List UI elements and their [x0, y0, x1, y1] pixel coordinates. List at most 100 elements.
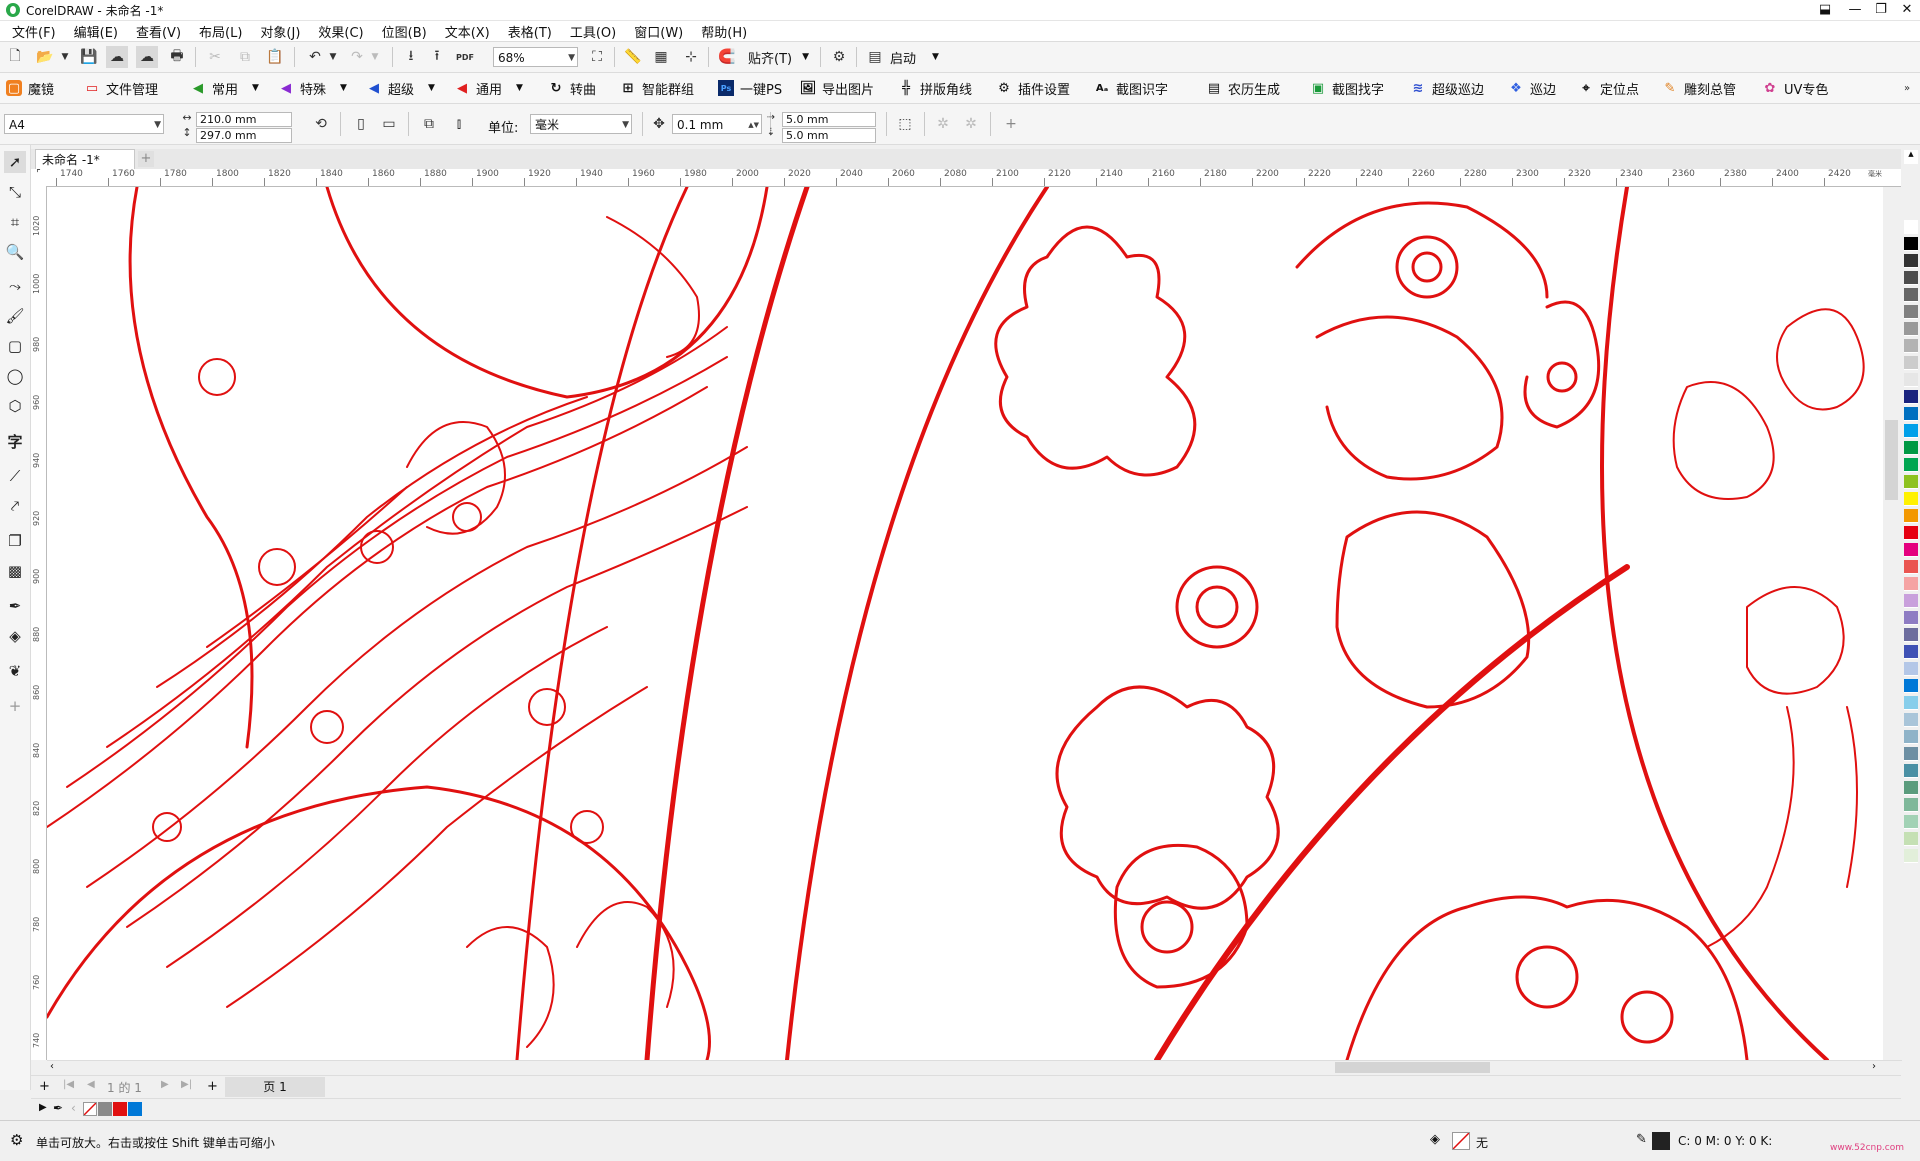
- add-tool-icon[interactable]: +: [4, 695, 26, 717]
- ruler-origin-icon[interactable]: ⌜: [31, 169, 47, 187]
- horizontal-ruler[interactable]: 1740 1760 1780 1800 1820 1840 1860 1880 1900 1920…: [46, 169, 1901, 187]
- menu-layout[interactable]: 布局(L): [190, 22, 251, 41]
- open-dropdown-icon[interactable]: ▼: [54, 46, 76, 68]
- outline-color-swatch[interactable]: [1652, 1132, 1670, 1150]
- menu-help[interactable]: 帮助(H): [692, 22, 756, 41]
- next-page-icon[interactable]: ▶: [161, 1079, 169, 1090]
- new-tab-icon[interactable]: +: [138, 151, 154, 167]
- vertical-scrollbar-thumb[interactable]: [1885, 420, 1898, 500]
- add-page-before-icon[interactable]: +: [39, 1079, 50, 1094]
- plugin-smart-group[interactable]: ⊞ 智能群组: [620, 73, 694, 103]
- redo-dropdown-icon[interactable]: ▼: [364, 46, 386, 68]
- parallel-dimension-tool-icon[interactable]: ⟋: [4, 465, 26, 487]
- drop-shadow-tool-icon[interactable]: ❐: [4, 530, 26, 552]
- palette-swatch[interactable]: [1904, 424, 1918, 438]
- palette-swatch[interactable]: [1904, 356, 1918, 370]
- cloud-download-icon[interactable]: ☁: [106, 46, 128, 68]
- palette-swatch[interactable]: [1904, 288, 1918, 302]
- swatch-none[interactable]: [83, 1102, 97, 1116]
- show-rulers-icon[interactable]: 📏: [622, 46, 644, 68]
- snap-to-button[interactable]: 贴齐(T) ▼: [748, 42, 809, 72]
- palette-swatch[interactable]: [1904, 747, 1918, 761]
- save-icon[interactable]: 💾: [78, 46, 100, 68]
- menu-object[interactable]: 对象(J): [251, 22, 309, 41]
- pick-tool-icon[interactable]: ➚: [4, 151, 26, 173]
- fill-none-swatch[interactable]: [1452, 1132, 1470, 1150]
- document-tab[interactable]: 未命名 -1*: [35, 149, 135, 169]
- launch-icon[interactable]: ▤: [864, 46, 886, 68]
- palette-swatch[interactable]: [1904, 560, 1918, 574]
- portrait-icon[interactable]: ▯: [350, 113, 372, 135]
- swatch-red[interactable]: [113, 1102, 127, 1116]
- first-page-icon[interactable]: |◀: [63, 1079, 74, 1090]
- launch-button[interactable]: 启动 ▼: [890, 42, 939, 72]
- menu-tools[interactable]: 工具(O): [561, 22, 625, 41]
- undo-dropdown-icon[interactable]: ▼: [322, 46, 344, 68]
- plugin-screenshot-ocr[interactable]: Aₐ 截图识字: [1094, 73, 1168, 103]
- plugin-export-image[interactable]: 🖼 导出图片: [800, 73, 874, 103]
- palette-swatch[interactable]: [1904, 441, 1918, 455]
- plugin-settings[interactable]: ⚙ 插件设置: [996, 73, 1070, 103]
- plugin-outline[interactable]: ❖ 巡边: [1508, 73, 1556, 103]
- palette-swatch[interactable]: [1904, 764, 1918, 778]
- palette-swatch[interactable]: [1904, 407, 1918, 421]
- close-button[interactable]: ✕: [1892, 0, 1920, 20]
- plugin-special[interactable]: ◀ 特殊 ▼: [278, 73, 347, 103]
- transparency-tool-icon[interactable]: ▩: [4, 560, 26, 582]
- snap-icon[interactable]: 🧲: [716, 46, 738, 68]
- palette-swatch[interactable]: [1904, 305, 1918, 319]
- plugin-super[interactable]: ◀ 超级 ▼: [366, 73, 435, 103]
- plugin-super-outline[interactable]: ≋ 超级巡边: [1410, 73, 1484, 103]
- menu-view[interactable]: 查看(V): [127, 22, 190, 41]
- palette-swatch[interactable]: [1904, 577, 1918, 591]
- menu-table[interactable]: 表格(T): [499, 22, 561, 41]
- palette-swatch[interactable]: [1904, 611, 1918, 625]
- palette-swatch[interactable]: [1904, 339, 1918, 353]
- palette-swatch[interactable]: [1904, 271, 1918, 285]
- zoom-level-select[interactable]: 68% ▼: [493, 47, 578, 67]
- edit-anchor2-icon[interactable]: ✲: [960, 113, 982, 135]
- scroll-right-icon[interactable]: ›: [1872, 1061, 1876, 1072]
- palette-swatch[interactable]: [1904, 730, 1918, 744]
- plugin-lunar-calendar[interactable]: ▤ 农历生成: [1206, 73, 1280, 103]
- vertical-scrollbar[interactable]: [1883, 187, 1901, 1060]
- plugin-convert-curves[interactable]: ↻ 转曲: [548, 73, 596, 103]
- paste-icon[interactable]: 📋: [264, 46, 286, 68]
- polygon-tool-icon[interactable]: ⬡: [4, 395, 26, 417]
- palette-swatch[interactable]: [1904, 628, 1918, 642]
- plugin-common[interactable]: ◀ 常用 ▼: [190, 73, 259, 103]
- plugin-uv-spot-color[interactable]: ✿ UV专色: [1762, 73, 1829, 103]
- copy-icon[interactable]: ⧉: [234, 46, 256, 68]
- all-pages-icon[interactable]: ⟲: [310, 113, 332, 135]
- palette-swatch[interactable]: [1904, 832, 1918, 846]
- palette-swatch[interactable]: [1904, 475, 1918, 489]
- plugin-one-key-ps[interactable]: Ps 一键PS: [718, 73, 782, 103]
- duplicate-y-input[interactable]: 5.0 mm: [782, 128, 876, 143]
- palette-swatch[interactable]: [1904, 781, 1918, 795]
- vertical-ruler[interactable]: 1020 1000 980 960 940 920 900 880 860 840 820 800 78…: [31, 186, 47, 1060]
- palette-swatch[interactable]: [1904, 798, 1918, 812]
- open-icon[interactable]: 📂: [34, 46, 56, 68]
- plugin-imposition-marks[interactable]: ╬ 拼版角线: [898, 73, 972, 103]
- menu-window[interactable]: 窗口(W): [625, 22, 692, 41]
- plugin-screenshot-find-font[interactable]: ▣ 截图找字: [1310, 73, 1384, 103]
- palette-swatch[interactable]: [1904, 815, 1918, 829]
- horizontal-scrollbar-thumb[interactable]: [1335, 1062, 1490, 1073]
- palette-scroll-up-icon[interactable]: ▲: [1904, 150, 1918, 164]
- menu-edit[interactable]: 编辑(E): [65, 22, 127, 41]
- palette-swatch[interactable]: [1904, 696, 1918, 710]
- interactive-fill-tool-icon[interactable]: ◈: [4, 625, 26, 647]
- horizontal-scrollbar[interactable]: [47, 1060, 1902, 1075]
- ellipse-tool-icon[interactable]: ◯: [4, 365, 26, 387]
- text-tool-icon[interactable]: 字: [4, 430, 26, 452]
- menu-bitmaps[interactable]: 位图(B): [373, 22, 436, 41]
- settings-gear-icon[interactable]: ⚙: [10, 1131, 23, 1149]
- options-gear-icon[interactable]: ⚙: [828, 46, 850, 68]
- smart-fill-tool-icon[interactable]: ❦: [4, 660, 26, 682]
- print-icon[interactable]: 🖶: [166, 46, 188, 68]
- units-select[interactable]: 毫米 ▼: [530, 114, 632, 134]
- publish-pdf-icon[interactable]: PDF: [454, 46, 476, 68]
- export-icon[interactable]: ⭱: [426, 46, 448, 68]
- current-page-icon[interactable]: ⫾: [448, 113, 470, 135]
- previous-page-icon[interactable]: ◀: [87, 1079, 95, 1090]
